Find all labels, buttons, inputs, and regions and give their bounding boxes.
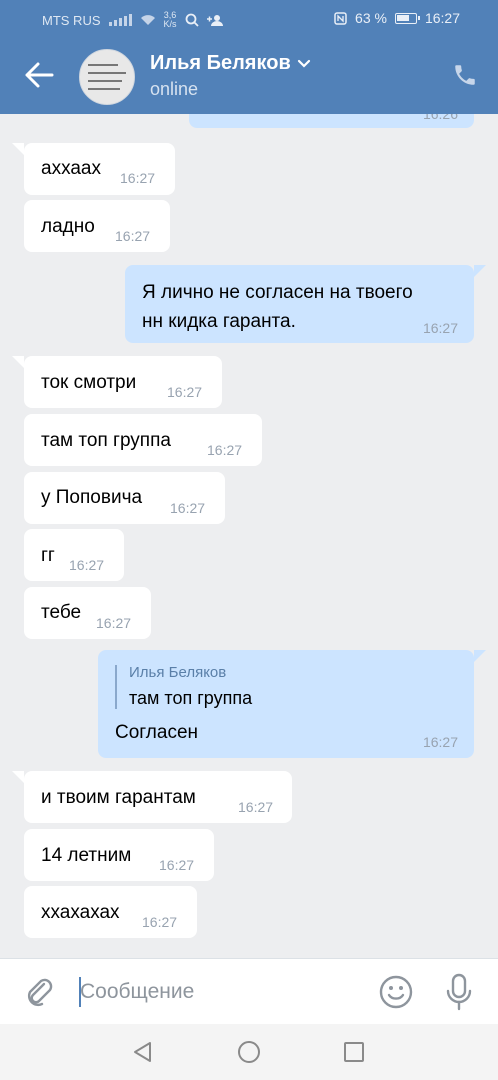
message-time: 16:27	[69, 557, 105, 573]
chevron-down-icon	[297, 59, 310, 68]
search-icon	[185, 13, 199, 27]
message-text: гг	[41, 545, 55, 566]
message-outgoing-with-reply[interactable]: Илья Беляков там топ группа Согласен 16:…	[98, 650, 486, 758]
paperclip-icon[interactable]	[22, 975, 56, 1009]
message-time: 16:27	[207, 442, 243, 458]
message-text: Согласен	[115, 722, 199, 743]
network-speed: 3,6 K/s	[164, 11, 177, 29]
message-text: ток смотри	[41, 372, 137, 393]
message-time: 16:26	[422, 114, 458, 122]
presence-status: online	[150, 79, 199, 99]
message-text: аххаах	[41, 158, 101, 179]
contact-name[interactable]: Илья Беляков	[150, 52, 311, 75]
nav-recent-icon[interactable]	[344, 1042, 364, 1062]
message-time: 16:27	[120, 170, 156, 186]
message-text: и твоим гарантам	[41, 787, 196, 808]
message-input[interactable]	[80, 976, 350, 1008]
message-text: 14 летним	[41, 845, 132, 866]
app-header: MTS RUS 3,6 K/s 63 % 16:27 Илья Беляков o…	[0, 0, 498, 114]
battery-percent: 63 %	[355, 10, 387, 26]
smile-icon[interactable]	[378, 974, 414, 1010]
message-text-line-2: нн кидка гаранта.	[142, 311, 296, 332]
wifi-icon	[140, 15, 155, 25]
message-time: 16:27	[422, 320, 458, 336]
message-incoming[interactable]: там топ группа 16:27	[24, 414, 262, 466]
message-composer	[0, 958, 498, 1024]
reply-quote-bar	[115, 665, 117, 709]
message-text: у Поповича	[41, 487, 143, 508]
message-incoming[interactable]: и твоим гарантам 16:27	[12, 771, 292, 823]
speed-unit: K/s	[163, 19, 177, 29]
nav-home-icon[interactable]	[238, 1041, 260, 1063]
message-incoming[interactable]: аххаах 16:27	[12, 143, 175, 195]
message-list[interactable]: 16:26 аххаах 16:27 ладно 16:27 Я лично н…	[0, 114, 498, 958]
message-time: 16:27	[115, 228, 151, 244]
reply-text: там топ группа	[129, 688, 253, 708]
contact-name-text: Илья Беляков	[150, 52, 291, 74]
message-incoming[interactable]: тебе 16:27	[24, 587, 151, 639]
status-bar: MTS RUS 3,6 K/s 63 % 16:27	[0, 0, 498, 38]
reply-author: Илья Беляков	[129, 664, 227, 681]
message-text: ххахахах	[41, 902, 120, 923]
message-text: там топ группа	[41, 430, 171, 451]
battery-icon	[394, 12, 420, 24]
message-outgoing[interactable]: 16:26	[189, 114, 474, 128]
chat-header: Илья Беляков online	[0, 40, 498, 114]
message-text: тебе	[41, 602, 82, 623]
message-incoming[interactable]: ток смотри 16:27	[12, 356, 222, 408]
message-outgoing[interactable]: Я лично не согласен на твоего нн кидка г…	[125, 265, 486, 343]
nfc-icon	[334, 11, 347, 25]
signal-icon	[108, 14, 132, 26]
add-contact-icon	[206, 15, 223, 26]
message-incoming[interactable]: гг 16:27	[24, 529, 124, 581]
back-arrow-icon[interactable]	[22, 58, 56, 92]
message-time: 16:27	[96, 615, 132, 631]
message-time: 16:27	[238, 799, 274, 815]
clock: 16:27	[424, 10, 460, 26]
message-incoming[interactable]: у Поповича 16:27	[24, 472, 225, 524]
nav-back-icon[interactable]	[132, 1041, 154, 1063]
message-incoming[interactable]: 14 летним 16:27	[24, 829, 214, 881]
message-time: 16:27	[167, 384, 203, 400]
message-time: 16:27	[142, 914, 178, 930]
contact-avatar[interactable]	[79, 49, 135, 105]
message-incoming[interactable]: ладно 16:27	[24, 200, 170, 252]
message-incoming[interactable]: ххахахах 16:27	[24, 886, 197, 938]
message-text: ладно	[41, 216, 95, 237]
microphone-icon[interactable]	[444, 973, 474, 1011]
message-text-line-1: Я лично не согласен на твоего	[142, 282, 413, 303]
system-navigation-bar	[0, 1024, 498, 1080]
carrier-label: MTS RUS	[42, 12, 101, 28]
phone-icon[interactable]	[452, 62, 478, 88]
message-time: 16:27	[170, 500, 206, 516]
message-time: 16:27	[159, 857, 195, 873]
message-time: 16:27	[422, 734, 458, 750]
